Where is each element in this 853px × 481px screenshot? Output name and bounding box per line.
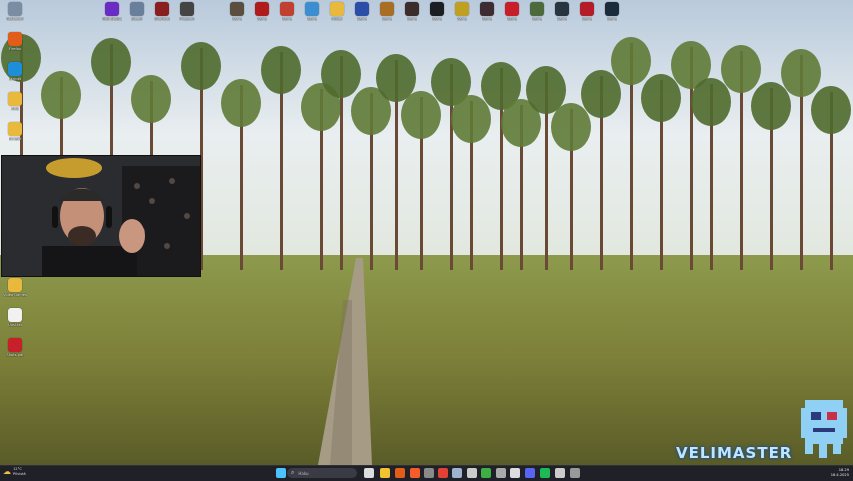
desktop-icon-label: Game bbox=[481, 17, 493, 21]
desktop-icon[interactable]: Program bbox=[172, 2, 202, 21]
desktop-icon-label: Skriptit bbox=[8, 137, 22, 141]
obs-icon[interactable] bbox=[510, 468, 520, 478]
desktop-icon-label: Steam bbox=[131, 17, 143, 21]
desktop-icon-label: Roskakori bbox=[6, 17, 24, 21]
desktop-icon[interactable]: Skriptit bbox=[0, 62, 30, 81]
app-icon[interactable] bbox=[570, 468, 580, 478]
desktop-icon-label: OBS Studio bbox=[101, 17, 123, 21]
desktop-icon[interactable]: Roskakori bbox=[0, 2, 30, 21]
desktop-icon-label: Game bbox=[306, 17, 318, 21]
weather-icon: ☁ bbox=[3, 467, 11, 476]
desktop-icon-label: Game bbox=[256, 17, 268, 21]
weather-widget[interactable]: ☁ 12°C Pilvistä bbox=[3, 467, 26, 476]
game-icon bbox=[455, 2, 469, 16]
desktop-icon-label: Firefox bbox=[9, 47, 21, 51]
desktop-icon-label: Game bbox=[456, 17, 468, 21]
xbox-icon[interactable] bbox=[481, 468, 491, 478]
desktop-icon[interactable]: AHK bbox=[0, 92, 30, 111]
desktop-icon-label: Game bbox=[356, 17, 368, 21]
taskbar-search-box[interactable]: ⌕ Haku bbox=[287, 468, 357, 478]
shortcut-icon bbox=[155, 2, 169, 16]
game-icon bbox=[255, 2, 269, 16]
search-icon: ⌕ bbox=[291, 469, 295, 476]
settings-icon[interactable] bbox=[496, 468, 506, 478]
desktop-icon-label: Game bbox=[281, 17, 293, 21]
game-icon bbox=[230, 2, 244, 16]
terminal-icon[interactable] bbox=[467, 468, 477, 478]
pdf-file-icon bbox=[8, 338, 22, 352]
desktop-icon-label: Game bbox=[531, 17, 543, 21]
desktop-icon[interactable]: Skriptit bbox=[0, 122, 30, 141]
game-icon bbox=[555, 2, 569, 16]
desktop-icon[interactable]: Firefox bbox=[0, 32, 30, 51]
firefox-icon bbox=[8, 32, 22, 46]
folder-icon bbox=[8, 92, 22, 106]
steam-icon[interactable] bbox=[452, 468, 462, 478]
calculator-icon[interactable] bbox=[424, 468, 434, 478]
task-view-icon[interactable] bbox=[364, 468, 374, 478]
desktop-icon-label: Game bbox=[381, 17, 393, 21]
windows-start-icon[interactable] bbox=[276, 468, 286, 478]
gamepad-icon[interactable] bbox=[555, 468, 565, 478]
desktop-icon-label: Video Games bbox=[3, 293, 27, 297]
game-icon bbox=[430, 2, 444, 16]
game-icon bbox=[580, 2, 594, 16]
desktop-icon-label: Game bbox=[606, 17, 618, 21]
webcam-overlay bbox=[1, 155, 201, 277]
desktop-icon-label: Skriptit bbox=[8, 77, 22, 81]
game-icon bbox=[355, 2, 369, 16]
weather-description: Pilvistä bbox=[13, 471, 26, 476]
folder-icon bbox=[8, 122, 22, 136]
desktop-icon-label: Uusi.txt bbox=[8, 323, 22, 327]
desktop-icon[interactable]: Uusi.txt bbox=[0, 308, 30, 327]
steam-icon bbox=[130, 2, 144, 16]
desktop-icon-label: Game bbox=[506, 17, 518, 21]
desktop-icon[interactable]: Game bbox=[597, 2, 627, 21]
taskbar: ☁ 12°C Pilvistä ⌕ Haku 18.29 16.4.2025 bbox=[0, 465, 853, 481]
desktop-icon-label: AHK bbox=[11, 107, 19, 111]
system-clock[interactable]: 18.29 16.4.2025 bbox=[831, 468, 849, 477]
desktop-icon[interactable]: Video Games bbox=[0, 278, 30, 297]
desktop-icon-label: Shortcut bbox=[154, 17, 170, 21]
desktop-icon-label: Shots.pdf bbox=[6, 353, 24, 357]
game-icon bbox=[380, 2, 394, 16]
discord-icon[interactable] bbox=[525, 468, 535, 478]
chrome-icon[interactable] bbox=[438, 468, 448, 478]
firefox-icon[interactable] bbox=[395, 468, 405, 478]
desktop-icon-label: Game bbox=[406, 17, 418, 21]
desktop-icon-label: Game bbox=[556, 17, 568, 21]
brave-icon[interactable] bbox=[410, 468, 420, 478]
desktop-icon-label: Game bbox=[581, 17, 593, 21]
desktop-icon[interactable]: Shots.pdf bbox=[0, 338, 30, 357]
search-placeholder: Haku bbox=[298, 470, 309, 476]
script-icon bbox=[8, 62, 22, 76]
clock-date: 16.4.2025 bbox=[830, 472, 849, 477]
game-icon bbox=[530, 2, 544, 16]
ghost-mascot-icon bbox=[801, 400, 847, 458]
game-icon bbox=[305, 2, 319, 16]
desktop-icon-label: Folder bbox=[331, 17, 343, 21]
obs-icon bbox=[105, 2, 119, 16]
desktop-icon-label: Game bbox=[231, 17, 243, 21]
game-icon bbox=[505, 2, 519, 16]
desktop-icon-label: Game bbox=[431, 17, 443, 21]
streamer-logo-text: VELIMASTER bbox=[676, 444, 793, 462]
game-icon bbox=[405, 2, 419, 16]
text-file-icon bbox=[8, 308, 22, 322]
folder-icon bbox=[8, 278, 22, 292]
game-icon bbox=[480, 2, 494, 16]
desktop-icon-label: Program bbox=[179, 17, 195, 21]
recycle-bin-icon bbox=[8, 2, 22, 16]
game-icon bbox=[605, 2, 619, 16]
game-icon bbox=[280, 2, 294, 16]
app-icon bbox=[180, 2, 194, 16]
file-explorer-icon[interactable] bbox=[380, 468, 390, 478]
folder-icon bbox=[330, 2, 344, 16]
spotify-icon[interactable] bbox=[540, 468, 550, 478]
